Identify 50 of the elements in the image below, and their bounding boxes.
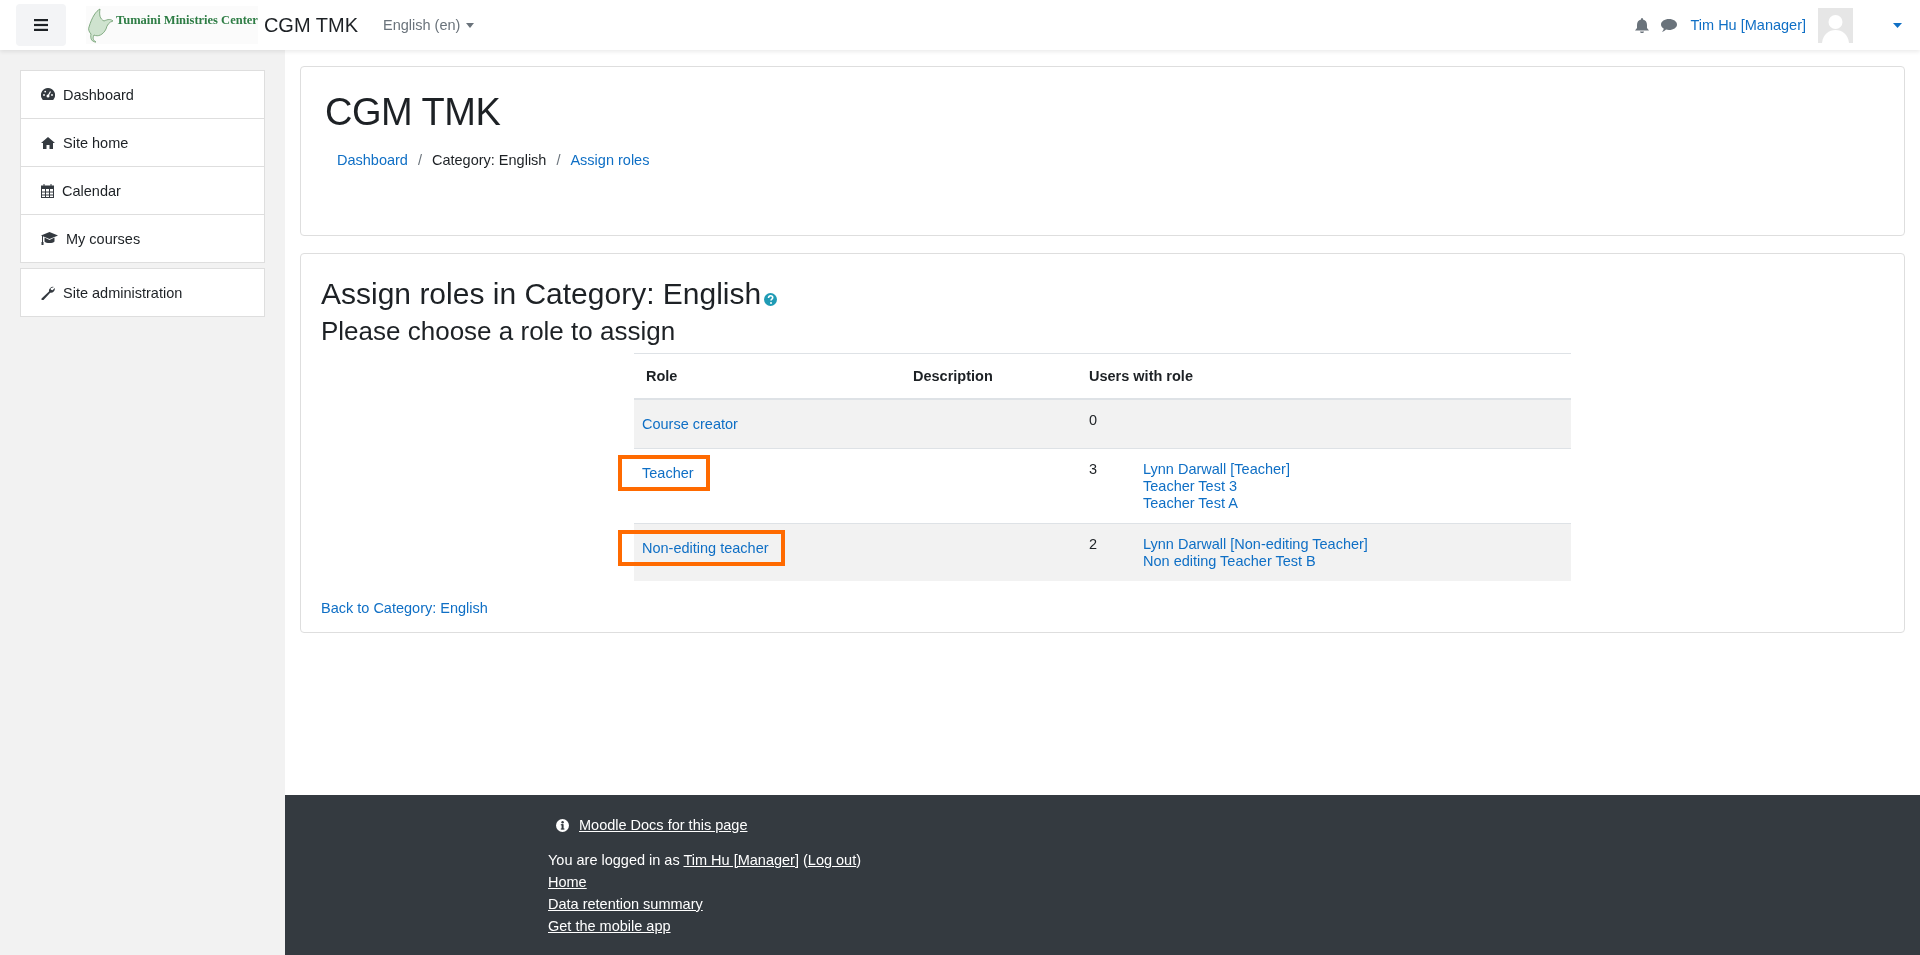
graduation-cap-icon bbox=[41, 232, 58, 245]
sidebar-item[interactable]: Dashboard bbox=[21, 71, 264, 118]
role-link[interactable]: Teacher bbox=[618, 455, 710, 491]
user-link[interactable]: Teacher Test A bbox=[1143, 495, 1290, 511]
menu-button[interactable] bbox=[16, 4, 66, 46]
user-link[interactable]: Non editing Teacher Test B bbox=[1143, 553, 1368, 569]
role-link[interactable]: Non-editing teacher bbox=[618, 530, 785, 566]
dashboard-gauge-icon bbox=[41, 88, 55, 101]
user-count: 2 bbox=[1089, 536, 1099, 554]
login-info-text: You are logged in as Tim Hu [Manager] (Log out) bbox=[548, 851, 863, 870]
back-link[interactable]: Back to Category: English bbox=[321, 600, 488, 616]
caret-icon[interactable] bbox=[1893, 22, 1902, 28]
help-icon[interactable] bbox=[764, 293, 778, 306]
user-menu-link[interactable]: Tim Hu [Manager] bbox=[1690, 17, 1806, 33]
breadcrumb-separator: / bbox=[556, 152, 561, 168]
sidebar-item[interactable]: Calendar bbox=[21, 166, 264, 214]
info-icon bbox=[556, 818, 569, 832]
user-link[interactable]: Lynn Darwall [Non-editing Teacher] bbox=[1143, 536, 1368, 552]
site-logo[interactable]: Tumaini Ministries Center bbox=[86, 6, 258, 44]
sidebar-item[interactable]: My courses bbox=[21, 214, 264, 262]
caret-icon bbox=[466, 22, 475, 28]
user-link[interactable]: Teacher Test 3 bbox=[1143, 478, 1290, 494]
logo-text: Tumaini Ministries Center bbox=[116, 12, 258, 28]
sidebar-item[interactable]: Site administration bbox=[21, 269, 264, 316]
role-link[interactable]: Course creator bbox=[618, 406, 754, 442]
page-title: CGM TMK bbox=[325, 91, 502, 134]
breadcrumb-separator: / bbox=[417, 152, 422, 168]
sidebar-item[interactable]: Site home bbox=[21, 118, 264, 166]
user-count: 0 bbox=[1089, 412, 1099, 428]
calendar-icon bbox=[41, 183, 54, 198]
breadcrumb-item: Category: English bbox=[431, 152, 547, 168]
section-heading: Assign roles in Category: English bbox=[321, 276, 762, 312]
site-name[interactable]: CGM TMK bbox=[263, 13, 358, 37]
subheading: Please choose a role to assign bbox=[321, 316, 677, 347]
language-dropdown[interactable]: English (en) bbox=[383, 17, 475, 33]
footer-link[interactable]: Tim Hu [Manager] bbox=[683, 852, 799, 868]
chat-bubble-icon[interactable] bbox=[1660, 18, 1677, 32]
breadcrumb-link[interactable]: Assign roles bbox=[570, 152, 650, 168]
docs-link[interactable]: Moodle Docs for this page bbox=[579, 817, 748, 833]
wrench-icon bbox=[41, 285, 55, 300]
user-link[interactable]: Lynn Darwall [Teacher] bbox=[1143, 461, 1290, 477]
user-count: 3 bbox=[1089, 461, 1099, 479]
footer-link[interactable]: Log out bbox=[807, 852, 857, 868]
footer-link[interactable]: Home bbox=[548, 871, 587, 893]
footer-link[interactable]: Get the mobile app bbox=[548, 915, 671, 937]
bell-icon[interactable] bbox=[1634, 17, 1649, 33]
menu-icon bbox=[34, 19, 48, 31]
footer-link[interactable]: Data retention summary bbox=[548, 893, 703, 915]
breadcrumb-link[interactable]: Dashboard bbox=[337, 152, 408, 168]
home-icon bbox=[41, 136, 55, 149]
